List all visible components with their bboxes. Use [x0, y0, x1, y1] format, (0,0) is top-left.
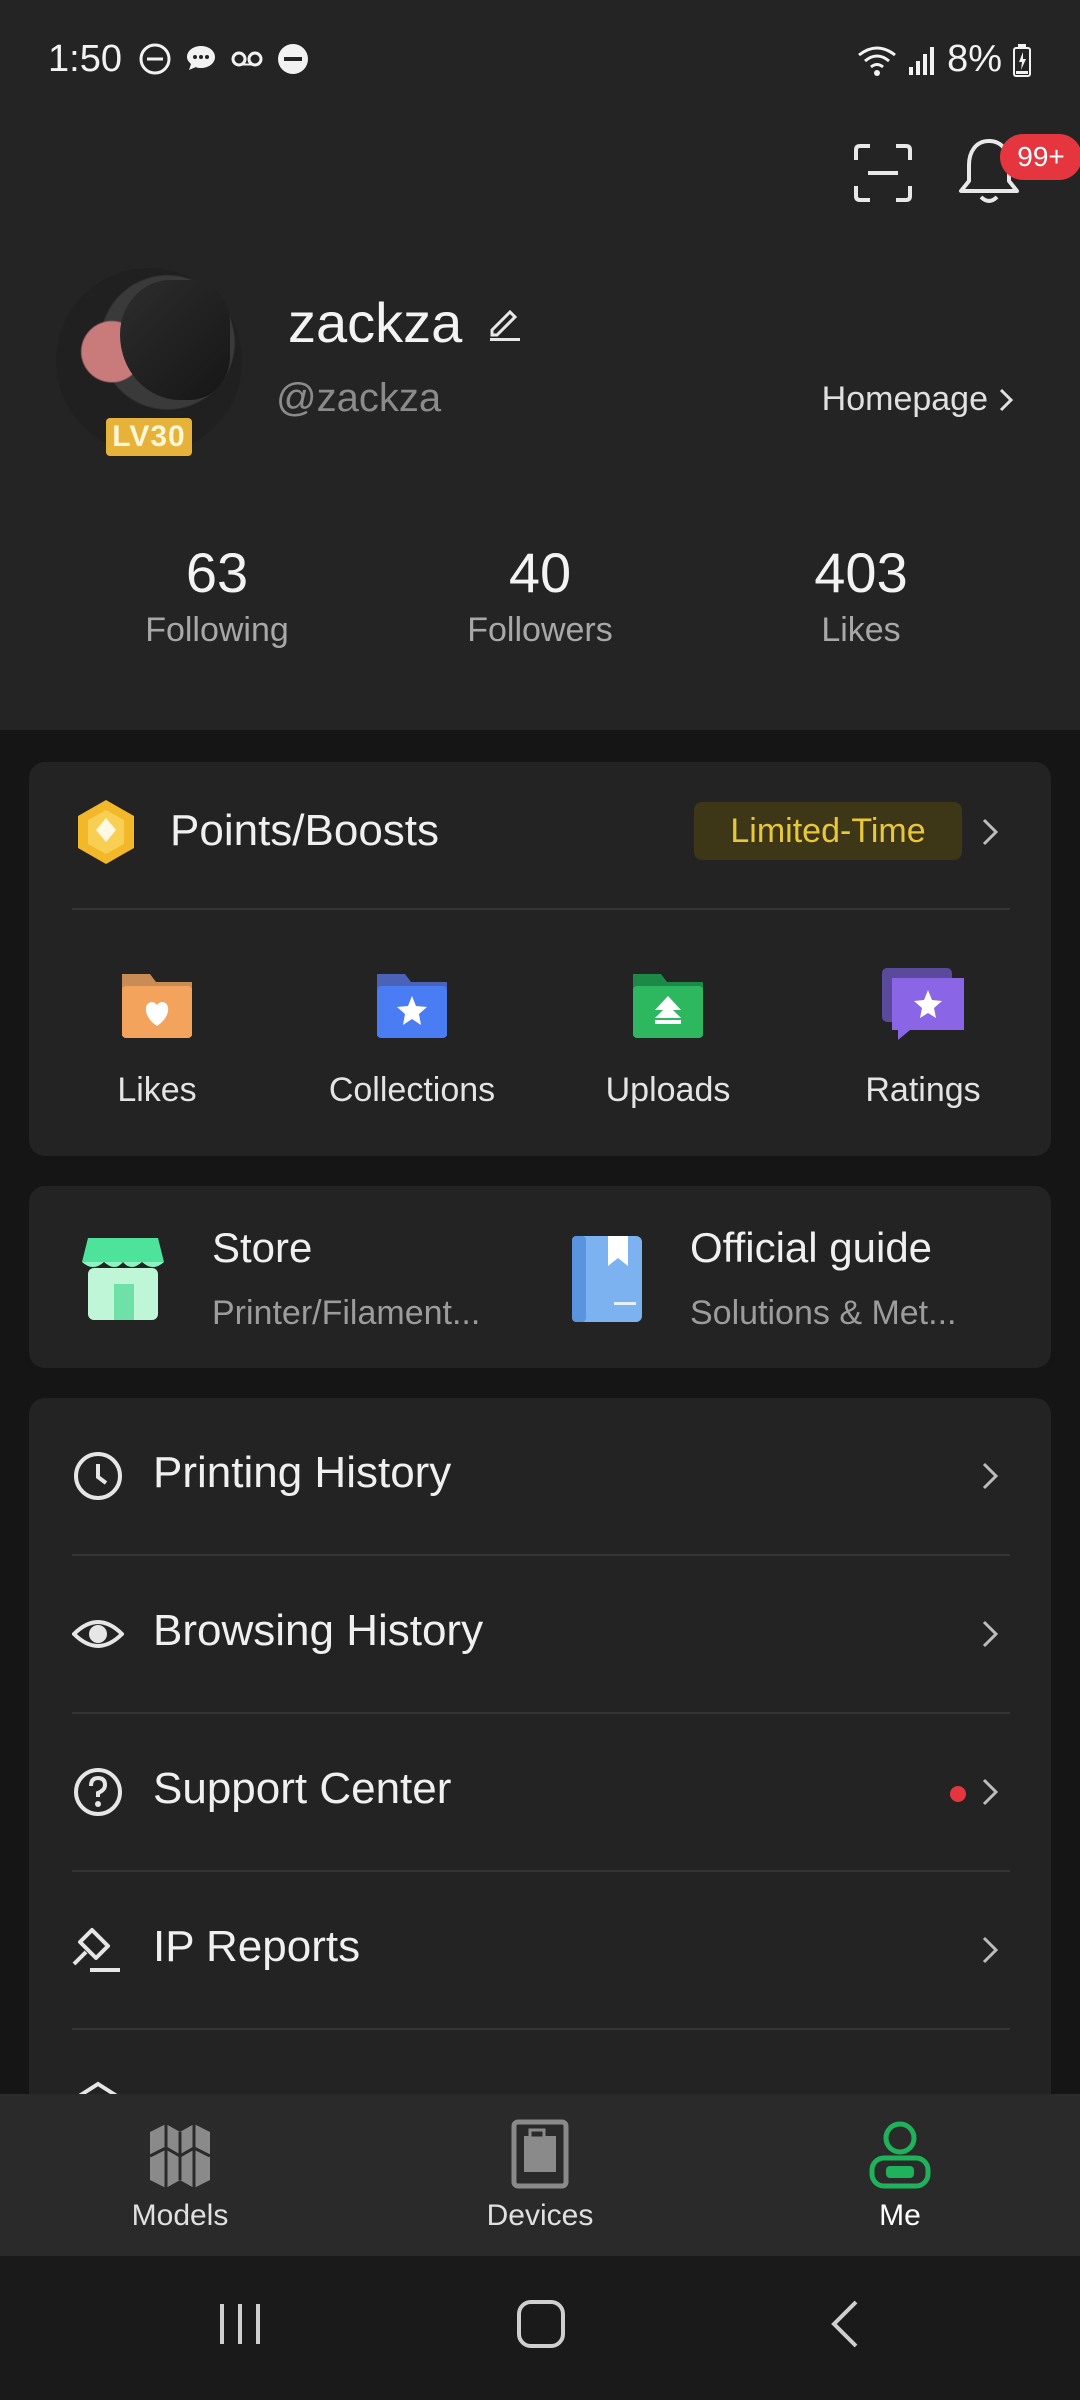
- status-time: 1:50: [48, 38, 122, 80]
- quick-link-label: Uploads: [605, 1071, 731, 1109]
- limited-time-tag[interactable]: Limited-Time: [694, 802, 962, 860]
- store-link[interactable]: Store Printer/Filament...: [72, 1224, 572, 1334]
- home-icon[interactable]: [515, 2298, 567, 2350]
- stat-value: 63: [185, 541, 249, 604]
- message-icon: [187, 46, 215, 70]
- battery-percent: 8%: [947, 38, 1002, 80]
- divider: [72, 2028, 1010, 2030]
- quick-link-ratings[interactable]: Ratings: [808, 960, 1038, 1110]
- unread-dot: [950, 1786, 966, 1802]
- username: zackza: [288, 291, 463, 354]
- points-icon: [78, 800, 134, 864]
- stat-label: Following: [145, 611, 289, 649]
- store-icon: [82, 1238, 164, 1320]
- status-notification-icons: [138, 42, 310, 76]
- homepage-label: Homepage: [821, 380, 988, 418]
- nav-label: Me: [879, 2199, 921, 2232]
- stat-label: Likes: [821, 611, 901, 649]
- quick-link-uploads[interactable]: Uploads: [553, 960, 783, 1110]
- status-bar: 1:50 8%: [0, 0, 1080, 120]
- nav-label: Models: [131, 2199, 229, 2232]
- battery-icon: [1013, 43, 1031, 77]
- question-icon: [74, 1768, 122, 1816]
- chevron-right-icon[interactable]: [976, 812, 1004, 852]
- homepage-link[interactable]: Homepage: [822, 380, 1014, 419]
- stat-value: 403: [814, 541, 908, 604]
- recents-icon[interactable]: [214, 2298, 266, 2350]
- minus-circle-icon: [278, 44, 308, 74]
- stat-followers[interactable]: 40 Followers: [420, 540, 660, 650]
- quick-link-likes[interactable]: Likes: [42, 960, 272, 1110]
- nav-label: Devices: [486, 2199, 594, 2232]
- menu-item-label: Support Center: [153, 1764, 452, 1813]
- chevron-right-icon: [999, 388, 1014, 411]
- divider: [72, 908, 1010, 910]
- eye-icon: [72, 1620, 124, 1648]
- notification-badge: 99+: [1000, 134, 1080, 180]
- me-icon: [869, 2121, 931, 2189]
- nav-tab-devices[interactable]: Devices: [440, 2118, 640, 2233]
- stat-value: 40: [508, 541, 572, 604]
- stat-following[interactable]: 63 Following: [97, 540, 337, 650]
- points-title[interactable]: Points/Boosts: [170, 806, 439, 856]
- voicemail-icon: [231, 51, 263, 67]
- guide-title: Official guide: [690, 1224, 933, 1271]
- models-icon: [149, 2124, 211, 2188]
- menu-item-label: IP Reports: [153, 1922, 361, 1971]
- quick-link-collections[interactable]: Collections: [297, 960, 527, 1110]
- star-chat-icon: [882, 968, 964, 1040]
- quick-link-label: Ratings: [865, 1071, 981, 1109]
- level-badge: LV30: [106, 418, 192, 456]
- stat-likes[interactable]: 403 Likes: [741, 540, 981, 650]
- guide-subtitle: Solutions & Met...: [690, 1294, 957, 1332]
- nav-tab-models[interactable]: Models: [80, 2118, 280, 2233]
- stat-label: Followers: [467, 611, 613, 649]
- chevron-right-icon: [982, 1462, 999, 1490]
- menu-item-label: Printing History: [153, 1448, 452, 1497]
- store-subtitle: Printer/Filament...: [212, 1294, 481, 1332]
- chevron-right-icon: [982, 1936, 999, 1964]
- guide-link[interactable]: Official guide Solutions & Met...: [560, 1224, 1010, 1334]
- star-folder-icon: [377, 974, 447, 1038]
- nav-tab-me[interactable]: Me: [800, 2118, 1000, 2233]
- back-icon[interactable]: [826, 2298, 866, 2350]
- quick-link-label: Likes: [117, 1071, 197, 1109]
- menu-item-label: Browsing History: [153, 1606, 484, 1655]
- scan-icon[interactable]: [850, 140, 916, 206]
- dnd-icon: [139, 43, 171, 75]
- gavel-icon: [72, 1928, 120, 1972]
- store-title: Store: [212, 1224, 313, 1271]
- user-handle: @zackza: [276, 376, 442, 420]
- signal-icon: [909, 46, 935, 75]
- quick-link-label: Collections: [328, 1071, 496, 1109]
- heart-folder-icon: [122, 974, 192, 1038]
- wifi-icon: [858, 46, 896, 76]
- upload-folder-icon: [633, 974, 703, 1038]
- clock-icon: [74, 1452, 122, 1500]
- devices-icon: [511, 2119, 569, 2189]
- chevron-right-icon: [982, 1620, 999, 1648]
- status-right: 8%: [857, 38, 1032, 81]
- guide-book-icon: [572, 1236, 642, 1322]
- chevron-right-icon: [982, 1778, 999, 1806]
- edit-icon[interactable]: [484, 302, 524, 342]
